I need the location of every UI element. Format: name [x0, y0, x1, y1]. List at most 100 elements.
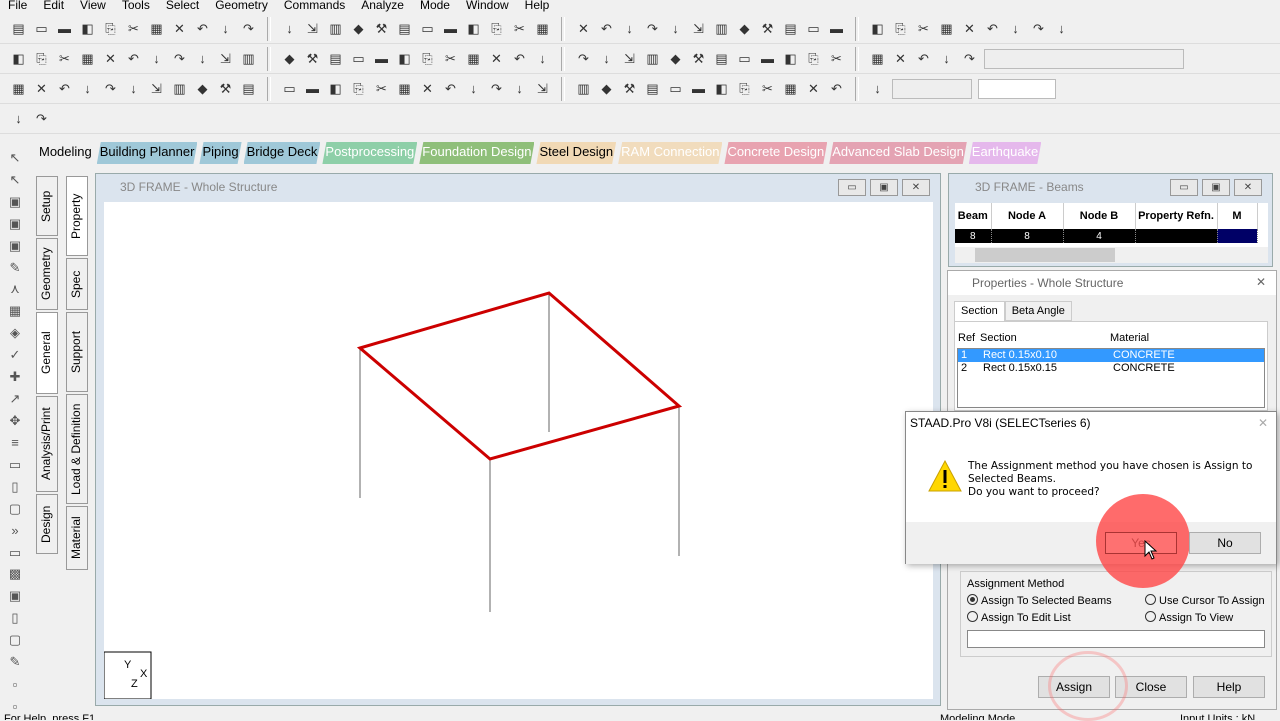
- toolbar-icon[interactable]: ▦: [534, 20, 551, 37]
- toolbar-icon[interactable]: ↓: [148, 50, 165, 67]
- toolbar-icon[interactable]: ↷: [171, 50, 188, 67]
- toolbar-icon[interactable]: ↓: [281, 20, 298, 37]
- toolbar-icon[interactable]: ▤: [396, 20, 413, 37]
- mode-tab[interactable]: Advanced Slab Design: [829, 142, 967, 164]
- maximize-button[interactable]: ▣: [1202, 179, 1230, 196]
- toolbar-icon[interactable]: ↶: [598, 20, 615, 37]
- toolbar-icon[interactable]: ⇲: [534, 80, 551, 97]
- mode-tab[interactable]: Bridge Deck: [244, 142, 321, 164]
- maximize-button[interactable]: ▣: [870, 179, 898, 196]
- load-combo[interactable]: [892, 78, 972, 99]
- left-tool-icon[interactable]: ▢: [6, 500, 24, 518]
- toolbar-icon[interactable]: ✂: [125, 20, 142, 37]
- menu-commands[interactable]: Commands: [276, 0, 353, 12]
- toolbar-icon[interactable]: ⇲: [148, 80, 165, 97]
- page-tab-geometry[interactable]: Geometry: [36, 238, 58, 310]
- menu-help[interactable]: Help: [517, 0, 558, 12]
- toolbar-icon[interactable]: ⎘: [33, 50, 50, 67]
- toolbar-icon[interactable]: ▭: [667, 80, 684, 97]
- toolbar-icon[interactable]: ↷: [575, 50, 592, 67]
- toolbar-icon[interactable]: ↓: [1007, 20, 1024, 37]
- toolbar-icon[interactable]: ✂: [828, 50, 845, 67]
- toolbar-icon[interactable]: ▥: [644, 50, 661, 67]
- toolbar-icon[interactable]: ▬: [828, 20, 845, 37]
- menu-geometry[interactable]: Geometry: [207, 0, 276, 12]
- left-tool-icon[interactable]: ▣: [6, 587, 24, 605]
- toolbar-icon[interactable]: ▭: [736, 50, 753, 67]
- page-tab-material[interactable]: Material: [66, 506, 88, 570]
- toolbar-icon[interactable]: ↷: [1030, 20, 1047, 37]
- toolbar-icon[interactable]: ▬: [304, 80, 321, 97]
- toolbar-icon[interactable]: ✕: [33, 80, 50, 97]
- edit-list-input[interactable]: [967, 630, 1265, 648]
- minimize-button[interactable]: ▭: [1170, 179, 1198, 196]
- toolbar-icon[interactable]: ▤: [240, 80, 257, 97]
- left-tool-icon[interactable]: ⋏: [6, 281, 24, 299]
- radio-button[interactable]: [1145, 611, 1156, 622]
- page-tab-property[interactable]: Property: [66, 176, 88, 256]
- toolbar-icon[interactable]: ▭: [33, 20, 50, 37]
- left-tool-icon[interactable]: ▣: [6, 215, 24, 233]
- mode-tab[interactable]: Piping: [199, 142, 241, 164]
- radio-option[interactable]: Assign To View: [1145, 611, 1275, 624]
- toolbar-icon[interactable]: ↷: [240, 20, 257, 37]
- toolbar-icon[interactable]: ✕: [171, 20, 188, 37]
- view-combo[interactable]: [984, 48, 1184, 69]
- toolbar-icon[interactable]: ↓: [125, 80, 142, 97]
- toolbar-icon[interactable]: ⚒: [621, 80, 638, 97]
- toolbar-icon[interactable]: ▦: [869, 50, 886, 67]
- left-tool-icon[interactable]: ↗: [6, 390, 24, 408]
- toolbar-icon[interactable]: ▤: [782, 20, 799, 37]
- menu-view[interactable]: View: [72, 0, 114, 12]
- page-tab-support[interactable]: Support: [66, 312, 88, 392]
- toolbar-icon[interactable]: ✕: [961, 20, 978, 37]
- menu-tools[interactable]: Tools: [114, 0, 158, 12]
- page-tab-setup[interactable]: Setup: [36, 176, 58, 236]
- toolbar-icon[interactable]: ⚒: [373, 20, 390, 37]
- left-tool-icon[interactable]: ▩: [6, 566, 24, 584]
- close-button[interactable]: ✕: [902, 179, 930, 196]
- toolbar-icon[interactable]: ▥: [327, 20, 344, 37]
- mode-tab[interactable]: Foundation Design: [419, 142, 534, 164]
- beams-col-header[interactable]: Beam: [955, 203, 992, 229]
- mode-tab[interactable]: Modeling: [36, 142, 95, 164]
- mode-tab[interactable]: Building Planner: [97, 142, 198, 164]
- mode-tab[interactable]: Concrete Design: [724, 142, 827, 164]
- toolbar-icon[interactable]: ⇲: [690, 20, 707, 37]
- page-tab-general[interactable]: General: [36, 312, 58, 394]
- toolbar-icon[interactable]: ▭: [281, 80, 298, 97]
- toolbar-icon[interactable]: ↓: [869, 80, 886, 97]
- toolbar-icon[interactable]: ◧: [396, 50, 413, 67]
- toolbar-icon[interactable]: ✂: [373, 80, 390, 97]
- toolbar-icon[interactable]: ▥: [575, 80, 592, 97]
- toolbar-icon[interactable]: ▤: [644, 80, 661, 97]
- toolbar-icon[interactable]: ↶: [125, 50, 142, 67]
- horizontal-scrollbar[interactable]: [955, 247, 1268, 263]
- toolbar-icon[interactable]: ▬: [373, 50, 390, 67]
- toolbar-icon[interactable]: ↷: [644, 20, 661, 37]
- beams-col-header[interactable]: Node A: [991, 203, 1064, 229]
- toolbar-icon[interactable]: ▬: [56, 20, 73, 37]
- toolbar-icon[interactable]: ↓: [598, 50, 615, 67]
- toolbar-icon[interactable]: ◆: [736, 20, 753, 37]
- beams-col-header[interactable]: Node B: [1063, 203, 1136, 229]
- beams-col-header[interactable]: Property Refn.: [1135, 203, 1218, 229]
- left-tool-icon[interactable]: ✎: [6, 259, 24, 277]
- tab-beta-angle[interactable]: Beta Angle: [1004, 301, 1072, 321]
- left-tool-icon[interactable]: ≡: [6, 434, 24, 452]
- left-tool-icon[interactable]: ✚: [6, 368, 24, 386]
- toolbar-icon[interactable]: ↓: [534, 50, 551, 67]
- toolbar-icon[interactable]: ↓: [938, 50, 955, 67]
- toolbar-icon[interactable]: ▭: [419, 20, 436, 37]
- left-tool-icon[interactable]: ◈: [6, 324, 24, 342]
- left-tool-icon[interactable]: ▭: [6, 456, 24, 474]
- property-row[interactable]: 2 Rect 0.15x0.15 CONCRETE: [958, 362, 1264, 375]
- toolbar-icon[interactable]: ▤: [713, 50, 730, 67]
- toolbar-icon[interactable]: ✂: [915, 20, 932, 37]
- toolbar-icon[interactable]: ◧: [713, 80, 730, 97]
- toolbar-icon[interactable]: ↷: [961, 50, 978, 67]
- toolbar-icon[interactable]: ▥: [713, 20, 730, 37]
- left-tool-icon[interactable]: ▣: [6, 193, 24, 211]
- page-tab-analysisprint[interactable]: Analysis/Print: [36, 396, 58, 492]
- toolbar-icon[interactable]: ↶: [194, 20, 211, 37]
